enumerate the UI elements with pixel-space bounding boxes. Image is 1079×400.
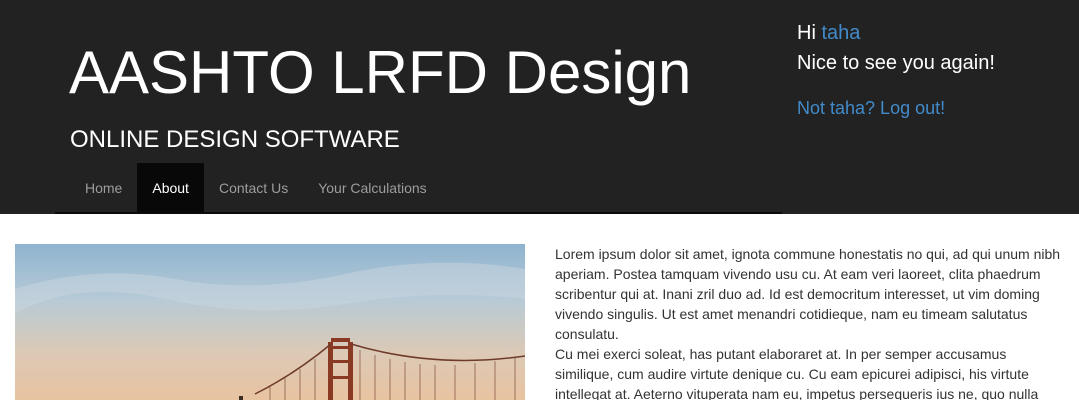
user-greeting: Hi taha: [797, 20, 860, 46]
nav-item-about[interactable]: About: [137, 163, 204, 213]
nav-divider: [55, 212, 782, 214]
main-nav: Home About Contact Us Your Calculations: [70, 163, 442, 213]
greeting-prefix: Hi: [797, 22, 822, 44]
logout-link[interactable]: Not taha? Log out!: [797, 96, 945, 120]
site-subtitle: ONLINE DESIGN SOFTWARE: [70, 126, 400, 153]
about-paragraph-2: Cu mei exerci soleat, has putant elabora…: [555, 346, 1039, 400]
about-text: Lorem ipsum dolor sit amet, ignota commu…: [555, 244, 1065, 400]
welcome-message: Nice to see you again!: [797, 52, 995, 74]
nav-item-home[interactable]: Home: [70, 163, 137, 213]
site-title: AASHTO LRFD Design: [69, 39, 692, 106]
site-header: AASHTO LRFD Design ONLINE DESIGN SOFTWAR…: [0, 0, 1079, 214]
about-paragraph-1: Lorem ipsum dolor sit amet, ignota commu…: [555, 246, 1061, 342]
username-link[interactable]: taha: [821, 22, 860, 44]
nav-item-your-calculations[interactable]: Your Calculations: [303, 163, 441, 213]
hero-image-golden-gate-bridge: [15, 244, 525, 400]
nav-item-contact-us[interactable]: Contact Us: [204, 163, 303, 213]
